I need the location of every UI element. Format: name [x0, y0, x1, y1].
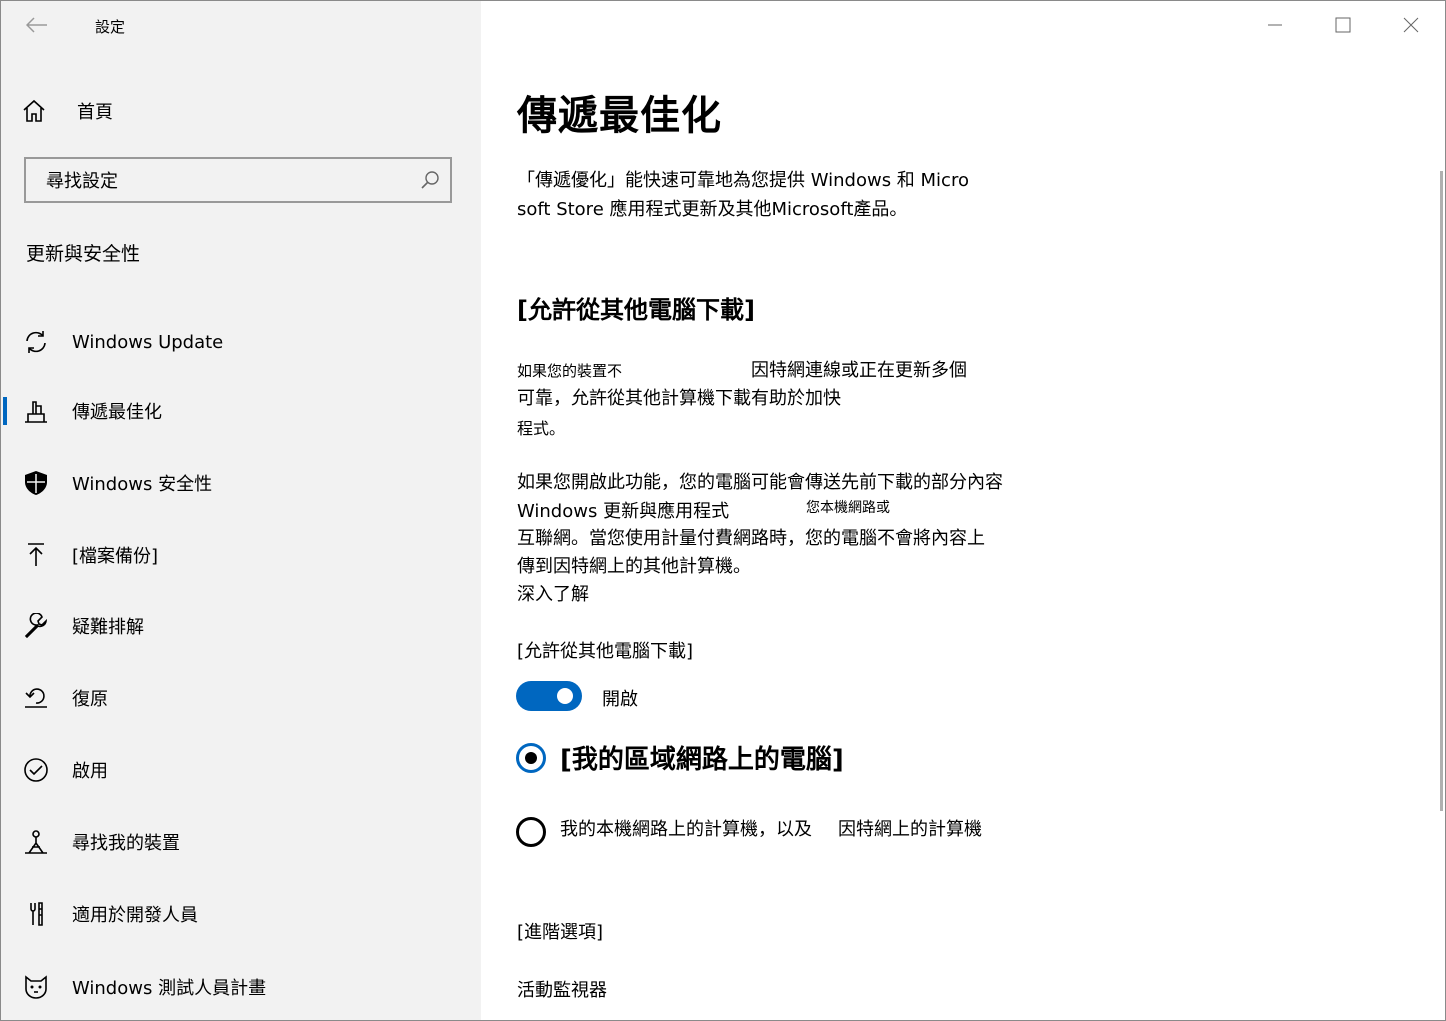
maximize-icon — [1335, 17, 1351, 33]
intro-line-1: 「傳遞優化」能快速可靠地為您提供 Windows 和 Micro — [517, 170, 969, 191]
radio-local-network-label[interactable]: [我的區域網路上的電腦] — [560, 739, 844, 776]
intro-line-2: soft Store 應用程式更新及其他Microsoft產品。 — [517, 199, 908, 220]
allow-downloads-toggle[interactable] — [516, 681, 582, 711]
radio-internet-label[interactable]: 因特網上的計算機 — [838, 815, 982, 841]
main-content: 傳遞最佳化 「傳遞優化」能快速可靠地為您提供 Windows 和 Micro s… — [481, 1, 1445, 1020]
radio-local-network[interactable] — [516, 743, 546, 773]
para2-line2a: Windows 更新與應用程式 — [517, 501, 730, 522]
sidebar-item-label: 傳遞最佳化 — [72, 402, 162, 423]
activity-monitor-link[interactable]: 活動監視器 — [517, 977, 607, 1005]
recovery-icon — [23, 685, 49, 711]
para1-line2: 可靠，允許從其他計算機下載有助於加快 — [517, 388, 841, 409]
search-icon[interactable] — [420, 170, 440, 194]
sidebar-item-label: 啟用 — [72, 761, 108, 782]
maximize-button[interactable] — [1309, 1, 1377, 49]
sidebar-item-backup[interactable]: [檔案備份] — [1, 529, 481, 581]
para1-line1b: 因特網連線或正在更新多個 — [751, 360, 967, 381]
settings-window: 設定 首頁 更新與安全性 Windows Update 傳遞最佳化 — [0, 0, 1446, 1021]
find-device-icon — [23, 829, 49, 855]
sync-icon — [23, 329, 49, 355]
section-title: 更新與安全性 — [26, 243, 141, 265]
home-icon — [23, 99, 45, 122]
para2-line4: 傳到因特網上的其他計算機。 — [517, 556, 751, 577]
back-button[interactable] — [21, 9, 53, 41]
advanced-options-link[interactable]: [進階選項] — [517, 919, 603, 947]
search-box — [24, 157, 452, 203]
para1-line1a: 如果您的裝置不 — [517, 362, 623, 380]
app-title: 設定 — [95, 18, 126, 36]
sidebar-item-windows-security[interactable]: Windows 安全性 — [1, 457, 481, 509]
scrollbar[interactable] — [1440, 171, 1443, 811]
para1-line3: 程式。 — [517, 419, 566, 438]
sidebar-item-windows-update[interactable]: Windows Update — [1, 316, 481, 368]
insider-cat-icon — [23, 974, 49, 1000]
minimize-button[interactable] — [1241, 1, 1309, 49]
sidebar-item-label: Windows Update — [72, 331, 224, 353]
close-button[interactable] — [1377, 1, 1445, 49]
developer-icon — [23, 901, 49, 927]
sidebar-item-developers[interactable]: 適用於開發人員 — [1, 888, 481, 940]
sidebar-item-activation[interactable]: 啟用 — [1, 744, 481, 796]
radio-local-and-internet-label[interactable]: 我的本機網路上的計算機，以及 — [560, 815, 812, 841]
sidebar-item-label: 疑難排解 — [72, 617, 144, 638]
toggle-label: [允許從其他電腦下載] — [517, 641, 694, 662]
close-icon — [1403, 17, 1419, 33]
radio-local-and-internet[interactable] — [516, 817, 546, 847]
minimize-icon — [1268, 24, 1282, 26]
page-title: 傳遞最佳化 — [517, 93, 722, 139]
sidebar-item-troubleshoot[interactable]: 疑難排解 — [1, 600, 481, 652]
para2-line2b: 您本機網路或 — [806, 500, 890, 516]
sidebar-item-label: Windows 測試人員計畫 — [72, 978, 267, 999]
sidebar-item-delivery-optimization[interactable]: 傳遞最佳化 — [1, 385, 481, 437]
learn-more-link[interactable]: 深入了解 — [517, 581, 589, 609]
sidebar-item-label: [檔案備份] — [72, 546, 159, 567]
sidebar-item-insider[interactable]: Windows 測試人員計畫 — [1, 961, 481, 1013]
section-heading: [允許從其他電腦下載] — [517, 296, 755, 324]
para2-line3: 互聯網。當您使用計量付費網路時，您的電腦不會將內容上 — [517, 528, 985, 549]
window-controls — [1241, 1, 1445, 49]
sidebar-item-label: 尋找我的裝置 — [72, 833, 180, 854]
sidebar-item-recovery[interactable]: 復原 — [1, 672, 481, 724]
home-link[interactable]: 首頁 — [21, 95, 113, 127]
home-label: 首頁 — [77, 102, 113, 123]
sidebar-item-label: 復原 — [72, 689, 108, 710]
para2-line1: 如果您開啟此功能，您的電腦可能會傳送先前下載的部分內容 — [517, 472, 1003, 493]
sidebar-item-find-my-device[interactable]: 尋找我的裝置 — [1, 816, 481, 868]
sidebar-item-label: Windows 安全性 — [72, 474, 213, 495]
wrench-icon — [23, 613, 49, 639]
toggle-state-text: 開啟 — [602, 689, 638, 710]
check-circle-icon — [23, 757, 49, 783]
upload-arrow-icon — [23, 542, 49, 568]
delivery-icon — [23, 398, 49, 424]
sidebar: 設定 首頁 更新與安全性 Windows Update 傳遞最佳化 — [1, 1, 481, 1020]
search-input[interactable] — [44, 159, 418, 203]
back-arrow-icon — [26, 17, 47, 33]
sidebar-item-label: 適用於開發人員 — [72, 905, 198, 926]
shield-icon — [23, 470, 49, 496]
